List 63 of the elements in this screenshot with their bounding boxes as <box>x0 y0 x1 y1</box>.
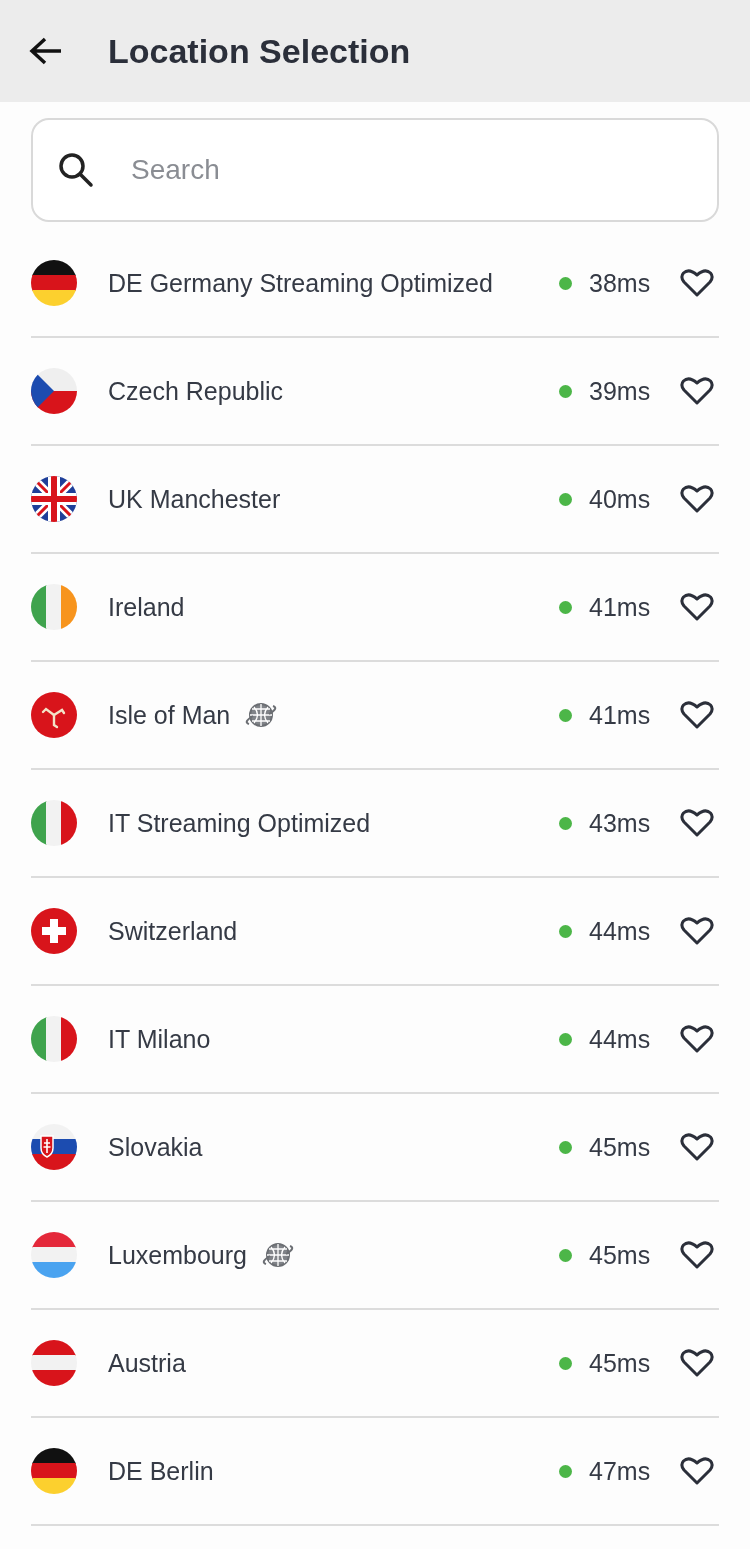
latency: 39ms <box>589 376 652 406</box>
location-row[interactable]: IT Milano 44ms <box>31 986 719 1094</box>
status-dot <box>559 1032 572 1046</box>
latency: 38ms <box>589 268 652 298</box>
flag-icon <box>31 800 77 846</box>
latency: 47ms <box>589 1456 652 1486</box>
latency: 40ms <box>589 484 652 514</box>
flag-icon <box>31 692 77 738</box>
status-dot <box>559 816 572 830</box>
status-dot <box>559 1248 572 1262</box>
flag-icon <box>31 908 77 954</box>
location-name: DE Berlin <box>108 1456 214 1486</box>
status-dot <box>559 600 572 614</box>
latency: 43ms <box>589 808 652 838</box>
flag-icon <box>31 1340 77 1386</box>
location-name: Czech Republic <box>108 376 284 406</box>
flag-icon <box>31 584 77 630</box>
location-name: IT Milano <box>108 1024 211 1054</box>
status-dot <box>559 924 572 938</box>
location-row[interactable]: Luxembourg 45ms <box>31 1202 719 1310</box>
flag-icon <box>31 1016 77 1062</box>
location-row[interactable]: Czech Republic 39ms <box>31 338 719 446</box>
flag-icon <box>31 260 77 306</box>
location-row[interactable]: DE Germany Streaming Optimized 38ms <box>31 230 719 338</box>
latency: 45ms <box>589 1240 652 1270</box>
location-row[interactable]: Ireland 41ms <box>31 554 719 662</box>
status-dot <box>559 492 572 506</box>
location-row[interactable]: IT Streaming Optimized 43ms <box>31 770 719 878</box>
location-row[interactable]: Isle of Man 41ms <box>31 662 719 770</box>
latency: 45ms <box>589 1132 652 1162</box>
location-row[interactable]: Slovakia 45ms <box>31 1094 719 1202</box>
location-name: DE Germany Streaming Optimized <box>108 268 493 298</box>
flag-icon <box>31 1124 77 1170</box>
latency: 45ms <box>589 1348 652 1378</box>
location-row[interactable]: UK Manchester 40ms <box>31 446 719 554</box>
search-icon <box>57 151 95 189</box>
location-name: Switzerland <box>108 916 238 946</box>
status-dot <box>559 276 572 290</box>
flag-icon <box>31 1232 77 1278</box>
location-row[interactable]: Switzerland 44ms <box>31 878 719 986</box>
status-dot <box>559 1140 572 1154</box>
status-dot <box>559 1356 572 1370</box>
location-name: Austria <box>108 1348 186 1378</box>
location-name: Isle of Man <box>108 700 231 730</box>
status-dot <box>559 384 572 398</box>
status-dot <box>559 708 572 722</box>
flag-icon <box>31 476 77 522</box>
location-name: UK Manchester <box>108 484 281 514</box>
latency: 41ms <box>589 592 652 622</box>
location-name: IT Streaming Optimized <box>108 808 371 838</box>
latency: 44ms <box>589 1024 652 1054</box>
latency: 41ms <box>589 700 652 730</box>
status-dot <box>559 1464 572 1478</box>
location-row[interactable]: DE Berlin 47ms <box>31 1418 719 1526</box>
flag-icon <box>31 1448 77 1494</box>
location-name: Slovakia <box>108 1132 203 1162</box>
search-field[interactable]: Search <box>31 118 719 222</box>
location-name: Luxembourg <box>108 1240 247 1270</box>
flag-icon <box>31 368 77 414</box>
location-row[interactable]: Austria 45ms <box>31 1310 719 1418</box>
latency: 44ms <box>589 916 652 946</box>
page-title: Location Selection <box>108 31 411 71</box>
location-name: Ireland <box>108 592 185 622</box>
